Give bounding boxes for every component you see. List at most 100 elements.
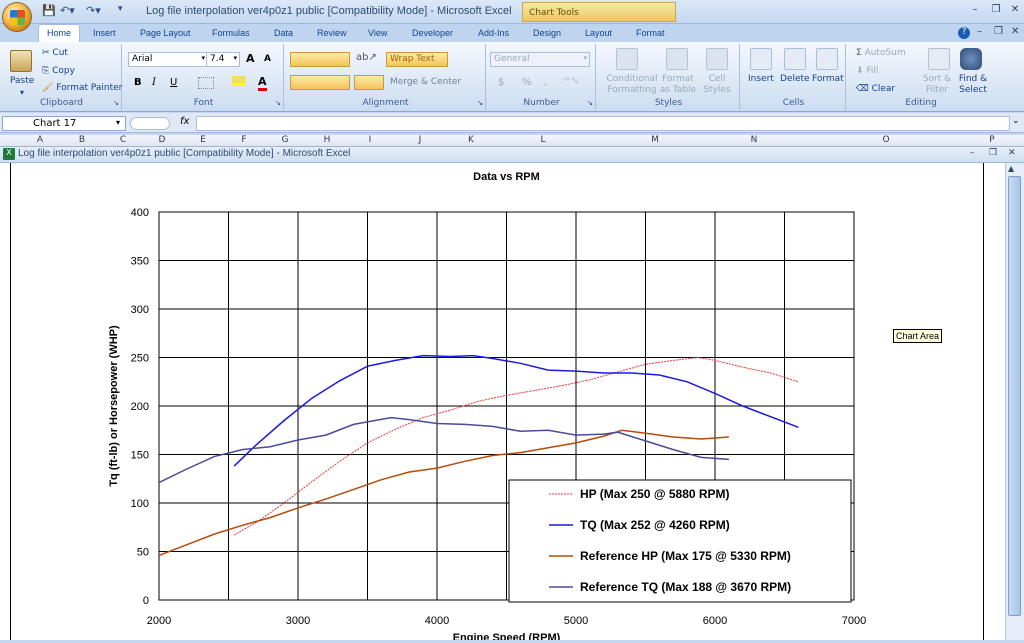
column-header[interactable]: M [592,135,718,147]
find-select-button[interactable]: Find & Select [954,74,992,96]
tab-review[interactable]: Review [317,26,347,42]
font-launcher-icon[interactable]: ↘ [275,99,281,107]
column-header[interactable]: D [142,135,182,147]
column-header[interactable]: B [60,135,104,147]
format-cells-button[interactable]: Format [812,74,844,84]
delete-cells-button[interactable]: Delete [780,74,810,84]
undo-icon[interactable]: ↶▾ [60,4,75,18]
tab-design[interactable]: Design [533,26,561,42]
bold-button[interactable]: B [134,77,142,88]
column-header[interactable]: A [20,135,60,147]
column-header[interactable]: L [494,135,592,147]
chart-title: Data vs RPM [473,171,540,183]
underline-button[interactable]: U [170,77,177,88]
styles-group: Conditional Formatting Format as Table C… [598,44,740,110]
italic-button[interactable]: I [152,77,156,88]
redo-icon[interactable]: ↷▾ [86,4,101,18]
excel-doc-icon: X [3,148,15,160]
currency-button[interactable]: $ [498,77,504,88]
number-format-select[interactable]: General ▾ [490,52,590,67]
workbook-close-button[interactable]: ✕ [1008,148,1016,158]
font-size-select[interactable]: 7.4 ▾ [206,52,240,67]
horizontal-align-buttons[interactable] [290,75,350,90]
workbook-minimize-button[interactable]: – [970,148,975,158]
insert-cells-button[interactable]: Insert [748,74,774,84]
y-tick-label: 50 [137,547,149,559]
cut-button[interactable]: ✂ Cut [42,48,68,58]
tab-insert[interactable]: Insert [93,26,116,42]
merge-center-button[interactable]: Merge & Center [390,77,461,87]
tab-layout[interactable]: Layout [585,26,612,42]
top-align-buttons[interactable] [290,52,350,67]
column-header[interactable]: K [448,135,494,147]
y-tick-label: 250 [131,353,149,365]
column-header[interactable]: I [348,135,392,147]
scrollbar-thumb[interactable] [1008,176,1021,616]
save-icon[interactable]: 💾 [42,4,56,18]
decimal-buttons[interactable]: ⁺⁰ ⁰₀ [562,76,578,85]
percent-button[interactable]: % [522,77,532,88]
chart-area[interactable]: 0 50 100 150 200 250 300 350 400 2000 3000 4000 5000… [10,163,984,643]
formula-input[interactable] [196,116,1010,131]
indent-buttons[interactable] [354,75,384,90]
formula-bar-divider[interactable] [130,117,170,130]
clipboard-launcher-icon[interactable]: ↘ [113,99,119,107]
column-header[interactable]: P [982,135,1002,147]
column-header[interactable]: E [182,135,224,147]
comma-button[interactable]: , [544,77,547,88]
expand-formula-bar-icon[interactable]: ⌄ [1012,116,1024,131]
tab-formulas[interactable]: Formulas [212,26,250,42]
font-group: Arial ▾ 7.4 ▾ A A B I U A Font ↘ [124,44,284,110]
conditional-formatting-button[interactable]: Conditional Formatting [602,74,662,96]
close-button[interactable]: ✕ [1008,4,1022,16]
grow-font-button[interactable]: A [246,52,255,65]
maximize-button[interactable]: ❐ [989,4,1003,16]
shrink-font-button[interactable]: A [264,54,271,64]
number-launcher-icon[interactable]: ↘ [587,99,593,107]
ribbon-minimize-button[interactable]: – [977,26,982,37]
tab-view[interactable]: View [368,26,387,42]
tab-add-ins[interactable]: Add-Ins [478,26,509,42]
paste-button[interactable]: Paste [10,76,34,86]
tab-data[interactable]: Data [274,26,293,42]
tab-home[interactable]: Home [38,24,80,42]
ribbon-close-button[interactable]: ✕ [1011,26,1019,37]
cell-styles-button[interactable]: Cell Styles [700,74,734,96]
minimize-button[interactable]: – [968,4,982,16]
borders-icon[interactable] [198,77,214,89]
insert-function-button[interactable]: fx [180,116,189,127]
tab-format[interactable]: Format [636,26,665,42]
customize-qat-icon[interactable]: ▾ [118,4,123,18]
name-box[interactable]: Chart 17 [2,116,126,131]
help-icon[interactable]: ? [958,27,970,39]
column-header[interactable]: J [392,135,448,147]
ribbon-restore-button[interactable]: ❐ [994,26,1003,37]
font-color-button[interactable]: A [258,75,267,91]
column-header[interactable]: N [718,135,790,147]
font-name-select[interactable]: Arial ▾ [128,52,208,67]
tab-developer[interactable]: Developer [412,26,453,42]
tab-page-layout[interactable]: Page Layout [140,26,191,42]
y-tick-label: 200 [131,401,149,413]
column-header[interactable]: F [224,135,264,147]
copy-button[interactable]: ⎘ Copy [42,66,75,76]
fill-button[interactable]: ⬇ Fill [856,66,878,76]
column-header[interactable]: C [104,135,142,147]
fill-color-icon[interactable] [232,76,246,86]
name-box-dropdown-icon[interactable]: ▾ [116,118,120,127]
column-header[interactable]: H [306,135,348,147]
wrap-text-button[interactable]: Wrap Text [386,52,448,67]
workbook-restore-button[interactable]: ❐ [989,148,997,158]
format-as-table-button[interactable]: Format as Table [658,74,698,96]
orientation-icon[interactable]: ab↗ [356,52,377,63]
autosum-button[interactable]: Σ AutoSum [856,48,906,58]
sort-filter-button[interactable]: Sort & Filter [920,74,954,96]
alignment-launcher-icon[interactable]: ↘ [477,99,483,107]
office-button[interactable] [2,2,32,32]
paste-dropdown-icon[interactable]: ▾ [20,88,24,97]
scroll-up-arrow-icon[interactable]: ▲ [1008,164,1014,173]
format-painter-button[interactable]: 🖌 Format Painter [42,83,122,93]
clear-button[interactable]: ⌫ Clear [856,84,895,94]
column-header[interactable]: G [264,135,306,147]
column-header[interactable]: O [790,135,982,147]
